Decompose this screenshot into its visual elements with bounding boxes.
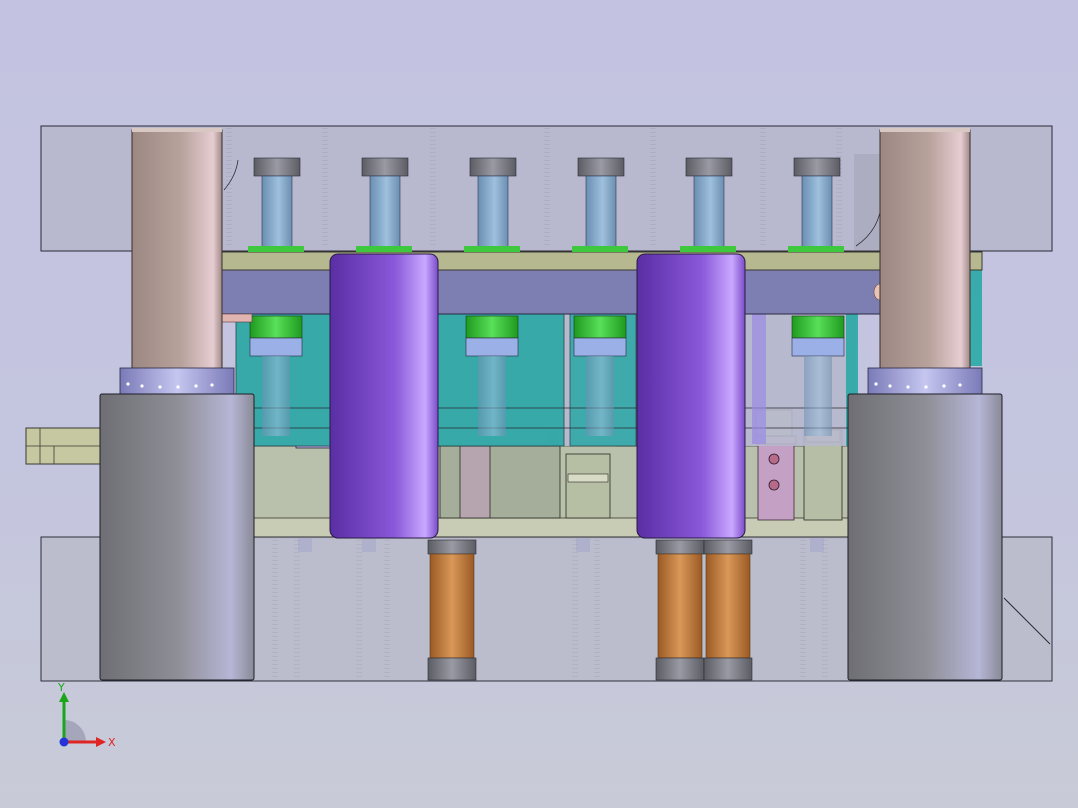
die-assembly-model[interactable] (0, 0, 1078, 808)
spring-1 (427, 539, 477, 681)
guide-bushing-left (99, 393, 255, 681)
spring-2 (655, 539, 705, 681)
pillar-top-left (132, 128, 222, 132)
guide-pillar-right (867, 129, 983, 395)
main-post-right (636, 253, 746, 539)
pillar-top-right (880, 128, 970, 132)
x-axis-head-icon (96, 737, 106, 747)
spring-3 (703, 539, 753, 681)
main-post-left (329, 253, 439, 539)
guide-pillar-left (119, 129, 235, 395)
x-axis-label: X (108, 736, 116, 749)
guide-bushing-right (847, 393, 1003, 681)
feed-guide-rail (25, 427, 107, 465)
coordinate-triad: Y X (57, 682, 116, 749)
y-axis-label: Y (57, 682, 65, 694)
3d-viewport[interactable]: Y X (0, 0, 1078, 808)
triad-plane-icon (64, 720, 86, 742)
z-axis-dot-icon (59, 737, 69, 747)
